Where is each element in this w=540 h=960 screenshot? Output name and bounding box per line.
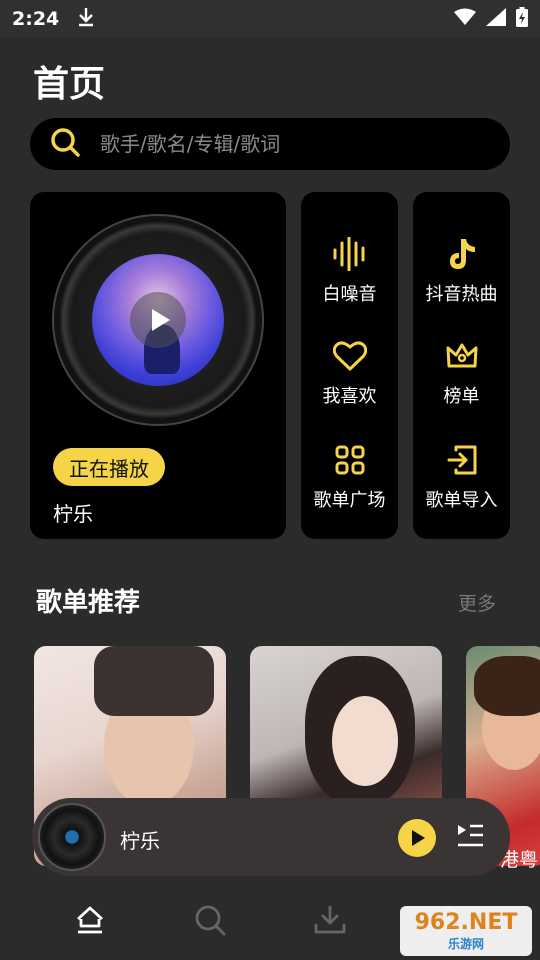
watermark-text: 962.NET [414,910,518,935]
section-title: 歌单推荐 [36,588,141,618]
shortcut-douyin-hits[interactable]: 抖音热曲 [413,234,510,306]
mini-player[interactable]: 柠乐 [32,798,510,876]
nav-search-icon[interactable] [180,890,240,950]
search-icon [50,127,80,161]
page-title: 首页 [33,64,106,105]
status-time: 2:24 [12,8,60,30]
shortcut-label: 白噪音 [322,284,377,305]
mini-disc [38,803,106,871]
mini-player-title: 柠乐 [120,829,160,853]
cover-art-hat [94,646,214,716]
search-input[interactable] [100,132,480,156]
search-bar[interactable] [30,118,510,170]
watermark-logo: 962.NET 乐游网 [400,906,532,956]
shortcut-playlist-import[interactable]: 歌单导入 [413,440,510,512]
tiktok-icon [413,234,510,274]
watermark-subtext: 乐游网 [447,937,484,951]
heart-icon [301,336,398,376]
now-playing-card[interactable]: 正在播放 柠乐 [30,192,286,539]
battery-icon [516,6,528,32]
shortcut-label: 榜单 [443,386,480,407]
cover-art-hair [474,656,540,716]
queue-icon[interactable] [456,823,484,853]
nav-download-icon[interactable] [300,890,360,950]
cover-art [332,696,398,786]
player-song-title: 柠乐 [53,502,93,526]
shortcut-label: 抖音热曲 [425,284,498,305]
status-bar: 2:24 [0,0,540,38]
wifi-icon [454,8,476,31]
shortcut-label: 我喜欢 [322,386,377,407]
import-icon [413,440,510,480]
shortcut-card-left: 白噪音 我喜欢 歌单广场 [301,192,398,539]
nav-home-icon[interactable] [60,890,120,950]
download-icon [77,7,95,32]
now-playing-badge: 正在播放 [53,448,165,486]
waveform-icon [301,234,398,274]
crown-icon [413,336,510,376]
shortcut-card-right: 抖音热曲 榜单 歌单导入 [413,192,510,539]
shortcut-playlist-square[interactable]: 歌单广场 [301,440,398,512]
shortcut-white-noise[interactable]: 白噪音 [301,234,398,306]
shortcut-label: 歌单导入 [425,490,498,511]
vinyl-record [52,214,264,426]
grid-icon [301,440,398,480]
shortcut-favorites[interactable]: 我喜欢 [301,336,398,408]
shortcut-label: 歌单广场 [313,490,386,511]
play-icon[interactable] [130,292,186,348]
play-button[interactable] [398,819,436,857]
signal-icon [486,7,506,31]
shortcut-charts[interactable]: 榜单 [413,336,510,408]
more-link[interactable]: 更多 [458,589,496,616]
